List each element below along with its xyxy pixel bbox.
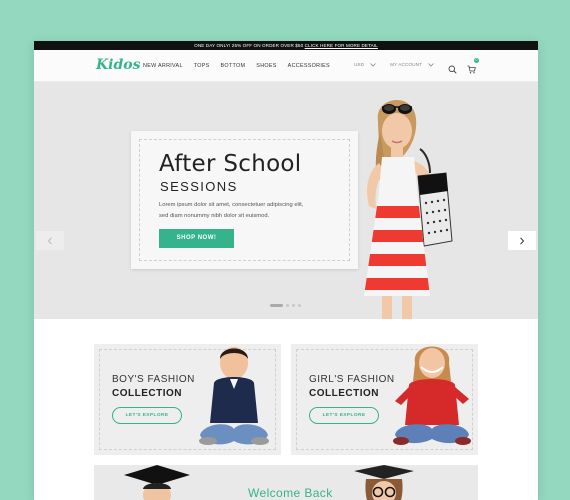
nav-accessories[interactable]: ACCESSORIES bbox=[288, 63, 330, 69]
site-header: Kidos NEW ARRIVAL TOPS BOTTOM SHOES ACCE… bbox=[34, 50, 538, 82]
shop-now-button[interactable]: SHOP NOW! bbox=[159, 229, 234, 248]
hero-description: Lorem ipsum dolor sit amet, consectetuer… bbox=[159, 200, 334, 222]
nav-shoes[interactable]: SHOES bbox=[256, 63, 276, 69]
chevron-left-icon bbox=[47, 236, 52, 245]
hero-subtitle: SESSIONS bbox=[160, 179, 238, 194]
slider-dot[interactable] bbox=[270, 304, 283, 307]
collections-section: BOY'S FASHION COLLECTION LET'S EXPLORE G… bbox=[34, 319, 538, 500]
promo-link[interactable]: CLICK HERE FOR MORE DETAIL bbox=[305, 43, 378, 48]
site-logo[interactable]: Kidos bbox=[96, 57, 141, 73]
currency-label: USD bbox=[353, 63, 365, 68]
chevron-down-icon bbox=[370, 62, 376, 69]
girl-image bbox=[393, 346, 471, 445]
hero-text-line-2: sed diam nonummy nibh dolor sit euismod. bbox=[159, 213, 270, 219]
collection-title: GIRL'S FASHION bbox=[309, 374, 395, 385]
nav-new-arrival[interactable]: NEW ARRIVAL bbox=[143, 63, 183, 69]
nav-bottom[interactable]: BOTTOM bbox=[221, 63, 246, 69]
boy-image bbox=[199, 347, 269, 445]
welcome-banner: Welcome Back bbox=[94, 465, 478, 500]
slider-prev-button[interactable] bbox=[36, 231, 64, 250]
graduate-boy-image bbox=[124, 465, 190, 500]
slider-next-button[interactable] bbox=[508, 231, 536, 250]
hero-girl-image bbox=[364, 100, 453, 320]
lets-explore-button[interactable]: LET'S EXPLORE bbox=[112, 407, 182, 424]
slider-dot[interactable] bbox=[286, 304, 289, 307]
chevron-right-icon bbox=[520, 236, 525, 245]
promo-bar: ONE DAY ONLY! 25% OFF ON ORDER OVER $50 … bbox=[34, 41, 538, 50]
collection-subtitle: COLLECTION bbox=[309, 388, 379, 399]
girls-collection-card[interactable]: GIRL'S FASHION COLLECTION LET'S EXPLORE bbox=[291, 344, 478, 455]
promo-text: ONE DAY ONLY! 25% OFF ON ORDER OVER $50 bbox=[194, 43, 304, 48]
cart-count-badge: 0 bbox=[474, 58, 479, 63]
main-nav: NEW ARRIVAL TOPS BOTTOM SHOES ACCESSORIE… bbox=[143, 50, 341, 81]
lets-explore-button[interactable]: LET'S EXPLORE bbox=[309, 407, 379, 424]
search-icon[interactable] bbox=[448, 61, 457, 74]
boys-collection-card[interactable]: BOY'S FASHION COLLECTION LET'S EXPLORE bbox=[94, 344, 281, 455]
chevron-down-icon bbox=[428, 62, 434, 69]
website-frame: ONE DAY ONLY! 25% OFF ON ORDER OVER $50 … bbox=[34, 41, 538, 500]
slider-dots bbox=[270, 304, 304, 307]
graduate-girl-image bbox=[354, 465, 414, 500]
slider-dot[interactable] bbox=[298, 304, 301, 307]
hero-card: After School SESSIONS Lorem ipsum dolor … bbox=[131, 131, 358, 269]
account-select[interactable]: MY ACCOUNT bbox=[390, 62, 434, 69]
hero-text-line-1: Lorem ipsum dolor sit amet, consectetuer… bbox=[159, 202, 304, 208]
welcome-title: Welcome Back bbox=[248, 486, 333, 500]
account-label: MY ACCOUNT bbox=[390, 63, 422, 68]
currency-select[interactable]: USD bbox=[353, 62, 376, 69]
cart-icon[interactable]: 0 bbox=[467, 58, 479, 74]
hero-slider: After School SESSIONS Lorem ipsum dolor … bbox=[34, 82, 538, 320]
hero-title: After School bbox=[159, 151, 302, 177]
nav-tops[interactable]: TOPS bbox=[194, 63, 210, 69]
collection-title: BOY'S FASHION bbox=[112, 374, 195, 385]
header-tools: USD MY ACCOUNT 0 bbox=[340, 50, 479, 81]
slider-dot[interactable] bbox=[292, 304, 295, 307]
collection-subtitle: COLLECTION bbox=[112, 388, 182, 399]
